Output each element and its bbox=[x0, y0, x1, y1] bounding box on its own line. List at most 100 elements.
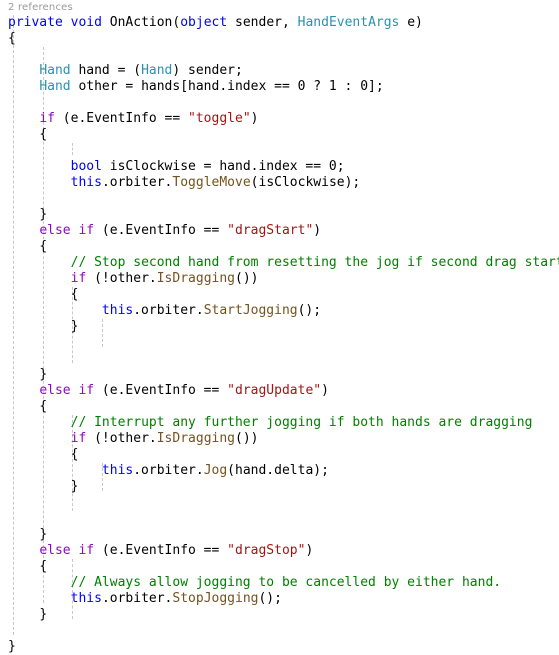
code-line[interactable]: // Always allow jogging to be cancelled … bbox=[8, 575, 559, 591]
code-line[interactable]: this.orbiter.Jog(hand.delta); bbox=[8, 463, 559, 479]
code-token-pln: (!other. bbox=[86, 271, 157, 286]
code-token-ctl: else bbox=[39, 383, 71, 398]
code-token-kw: bool bbox=[70, 159, 102, 174]
code-line[interactable]: } bbox=[8, 367, 559, 383]
code-line[interactable]: // Interrupt any further jogging if both… bbox=[8, 415, 559, 431]
code-line[interactable] bbox=[8, 511, 559, 527]
code-token-pln: ) bbox=[313, 223, 322, 238]
code-line[interactable] bbox=[8, 95, 559, 111]
code-token-pln: ()) bbox=[235, 271, 259, 286]
code-line[interactable]: { bbox=[8, 287, 559, 303]
code-token-pln: } bbox=[39, 207, 48, 222]
code-line[interactable]: } bbox=[8, 607, 559, 623]
code-token-pln: } bbox=[39, 527, 48, 542]
code-token-pln: OnAction bbox=[109, 15, 173, 30]
code-token-pln: (hand.delta); bbox=[227, 463, 329, 478]
code-token-pln: e) bbox=[399, 15, 423, 30]
code-line[interactable]: this.orbiter.StopJogging(); bbox=[8, 591, 559, 607]
code-token-pln: sender, bbox=[227, 15, 298, 30]
code-line[interactable]: this.orbiter.StartJogging(); bbox=[8, 303, 559, 319]
code-token-pln: (e.EventInfo == bbox=[94, 223, 228, 238]
code-token-pln: { bbox=[8, 31, 16, 46]
code-token-pln bbox=[102, 15, 110, 30]
code-token-pln: { bbox=[70, 447, 79, 462]
code-line[interactable] bbox=[8, 623, 559, 639]
code-line[interactable]: } bbox=[8, 207, 559, 223]
code-line[interactable]: // Stop second hand from resetting the j… bbox=[8, 255, 559, 271]
code-token-pln: { bbox=[39, 239, 48, 254]
code-token-kw: this bbox=[70, 175, 102, 190]
code-token-pln: isClockwise = hand.index == 0; bbox=[101, 159, 345, 174]
code-line[interactable]: } bbox=[8, 639, 559, 655]
code-token-pln bbox=[63, 15, 71, 30]
code-token-ctl: else bbox=[39, 223, 71, 238]
code-line[interactable]: } bbox=[8, 527, 559, 543]
code-token-ctl: else bbox=[39, 543, 71, 558]
code-token-cmt: // Interrupt any further jogging if both… bbox=[70, 415, 533, 430]
code-token-pln: (); bbox=[297, 303, 322, 318]
code-line[interactable] bbox=[8, 143, 559, 159]
code-token-kw: this bbox=[101, 463, 134, 478]
code-token-pln: (isClockwise); bbox=[250, 175, 361, 190]
code-token-cmt: // Always allow jogging to be cancelled … bbox=[70, 575, 502, 590]
code-line[interactable]: { bbox=[8, 31, 559, 47]
code-token-pln: (e.EventInfo == bbox=[54, 111, 189, 126]
code-token-pln: { bbox=[39, 127, 48, 142]
code-line[interactable]: { bbox=[8, 559, 559, 575]
code-token-ctl: if bbox=[78, 543, 95, 558]
code-line[interactable]: } bbox=[8, 319, 559, 335]
code-line[interactable]: if (!other.IsDragging()) bbox=[8, 431, 559, 447]
code-token-mth: StopJogging bbox=[172, 591, 259, 606]
code-line[interactable] bbox=[8, 495, 559, 511]
code-token-typ: Hand bbox=[39, 63, 71, 78]
code-line[interactable] bbox=[8, 335, 559, 351]
code-line[interactable]: if (e.EventInfo == "toggle") bbox=[8, 111, 559, 127]
code-line[interactable]: { bbox=[8, 447, 559, 463]
code-line[interactable] bbox=[8, 351, 559, 367]
code-line[interactable]: private void OnAction(object sender, Han… bbox=[8, 15, 559, 31]
code-line[interactable]: else if (e.EventInfo == "dragStart") bbox=[8, 223, 559, 239]
code-token-pln: hand = ( bbox=[70, 63, 142, 78]
code-line[interactable]: if (!other.IsDragging()) bbox=[8, 271, 559, 287]
code-token-pln: ) bbox=[321, 383, 329, 398]
code-token-pln: (); bbox=[258, 591, 282, 606]
code-text-area[interactable]: private void OnAction(object sender, Han… bbox=[0, 15, 559, 655]
code-line[interactable]: else if (e.EventInfo == "dragStop") bbox=[8, 543, 559, 559]
code-token-kw: this bbox=[70, 591, 102, 606]
code-line[interactable] bbox=[8, 191, 559, 207]
code-token-kw: object bbox=[180, 15, 228, 30]
code-token-pln: .orbiter. bbox=[133, 463, 204, 478]
code-line[interactable]: { bbox=[8, 127, 559, 143]
code-line[interactable]: { bbox=[8, 399, 559, 415]
code-line[interactable]: this.orbiter.ToggleMove(isClockwise); bbox=[8, 175, 559, 191]
code-line[interactable]: else if (e.EventInfo == "dragUpdate") bbox=[8, 383, 559, 399]
code-token-typ: Hand bbox=[39, 79, 71, 94]
code-token-pln: other = hands[hand.index == 0 ? 1 : 0]; bbox=[70, 79, 384, 94]
code-line[interactable]: { bbox=[8, 239, 559, 255]
code-token-str: "dragUpdate" bbox=[227, 383, 322, 398]
code-line[interactable]: Hand other = hands[hand.index == 0 ? 1 :… bbox=[8, 79, 559, 95]
codelens-references[interactable]: 2 references bbox=[0, 0, 559, 15]
code-line[interactable]: } bbox=[8, 479, 559, 495]
code-line[interactable]: Hand hand = (Hand) sender; bbox=[8, 63, 559, 79]
code-line[interactable]: bool isClockwise = hand.index == 0; bbox=[8, 159, 559, 175]
code-token-kw: private bbox=[8, 15, 63, 30]
code-token-pln: { bbox=[39, 399, 48, 414]
code-token-mth: ToggleMove bbox=[172, 175, 251, 190]
code-line[interactable] bbox=[8, 47, 559, 63]
code-token-pln: } bbox=[70, 479, 79, 494]
code-token-pln: ) bbox=[250, 111, 259, 126]
code-editor-surface[interactable]: 2 references private void OnAction(objec… bbox=[0, 0, 559, 655]
code-token-cmt: // Stop second hand from resetting the j… bbox=[70, 255, 559, 270]
